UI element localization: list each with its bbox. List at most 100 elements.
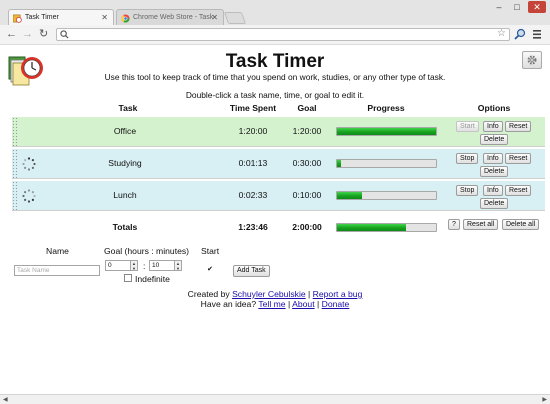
- task-progress-bar: [336, 159, 437, 168]
- task-name[interactable]: Lunch: [90, 190, 160, 200]
- minimize-icon[interactable]: –: [492, 1, 506, 13]
- reset-button[interactable]: Reset: [505, 121, 532, 132]
- task-goal[interactable]: 0:30:00: [286, 158, 328, 168]
- task-timer-favicon-icon: [13, 14, 22, 23]
- footer-separator: |: [308, 289, 311, 299]
- new-tab-button[interactable]: [223, 12, 247, 24]
- tab-close-icon[interactable]: ✕: [101, 10, 108, 26]
- extension-search-icon[interactable]: [514, 28, 526, 40]
- indefinite-label: Indefinite: [135, 274, 170, 284]
- maximize-icon[interactable]: □: [510, 1, 524, 13]
- donate-link[interactable]: Donate: [322, 299, 350, 309]
- reset-all-button[interactable]: Reset all: [463, 219, 499, 230]
- delete-all-button[interactable]: Delete all: [502, 219, 540, 230]
- progress-fill: [337, 160, 341, 167]
- start-button[interactable]: Start: [456, 121, 479, 132]
- totals-progress-bar: [336, 223, 437, 232]
- tell-me-link[interactable]: Tell me: [258, 299, 285, 309]
- table-row: Studying 0:01:13 0:30:00 Stop Info Reset…: [12, 149, 545, 179]
- drag-handle[interactable]: [12, 117, 18, 146]
- progress-fill: [337, 224, 407, 231]
- goal-separator: :: [143, 261, 146, 271]
- reload-icon[interactable]: ↻: [39, 27, 48, 41]
- task-time[interactable]: 0:01:13: [222, 158, 284, 168]
- reset-button[interactable]: Reset: [505, 153, 532, 164]
- author-link[interactable]: Schuyler Cebulskie: [232, 289, 306, 299]
- scroll-left-icon[interactable]: ◀: [3, 396, 8, 403]
- info-button[interactable]: Info: [483, 121, 503, 132]
- header-task: Task: [118, 103, 138, 113]
- drag-handle[interactable]: [12, 181, 18, 210]
- goal-minutes-input[interactable]: [149, 260, 175, 271]
- hours-stepper[interactable]: ▲ ▼: [131, 260, 138, 271]
- web-store-favicon-icon: [121, 14, 130, 23]
- page-subtitle: Use this tool to keep track of time that…: [104, 72, 446, 82]
- tab-close-icon[interactable]: ✕: [211, 10, 218, 26]
- stop-button[interactable]: Stop: [456, 185, 479, 196]
- about-link[interactable]: About: [292, 299, 314, 309]
- info-button[interactable]: Info: [483, 185, 503, 196]
- delete-button[interactable]: Delete: [480, 198, 509, 209]
- scroll-right-icon[interactable]: ▶: [542, 396, 547, 403]
- task-time[interactable]: 0:02:33: [222, 190, 284, 200]
- gear-icon: [527, 55, 537, 65]
- add-task-button[interactable]: Add Task: [233, 265, 270, 277]
- delete-button[interactable]: Delete: [480, 134, 509, 145]
- start-checkbox[interactable]: ✔: [206, 265, 214, 273]
- delete-button[interactable]: Delete: [480, 166, 509, 177]
- running-spinner-icon: [22, 157, 36, 171]
- tab-title: Task Timer: [25, 14, 59, 21]
- minutes-stepper[interactable]: ▲ ▼: [175, 260, 182, 271]
- footer-credits: Created by Schuyler Cebulskie | Report a…: [0, 289, 550, 299]
- running-spinner-icon: [22, 189, 36, 203]
- page-title: Task Timer: [225, 51, 325, 72]
- header-time-spent: Time Spent: [229, 103, 277, 113]
- tab-chrome-web-store[interactable]: Chrome Web Store - Task ✕: [116, 9, 224, 26]
- header-goal: Goal: [297, 103, 317, 113]
- window-close-icon[interactable]: ✕: [528, 1, 546, 13]
- search-icon: [60, 30, 69, 39]
- task-name[interactable]: Office: [90, 126, 160, 136]
- horizontal-scrollbar[interactable]: ◀ ▶: [0, 394, 550, 404]
- forward-arrow-icon[interactable]: →: [22, 27, 33, 41]
- task-timer-page: Task Timer Use this tool to keep track o…: [0, 44, 550, 394]
- tab-task-timer[interactable]: Task Timer ✕: [8, 9, 114, 26]
- footer-separator: |: [287, 299, 291, 309]
- menu-icon[interactable]: [532, 28, 542, 40]
- address-bar[interactable]: ☆: [56, 28, 510, 41]
- table-row: Office 1:20:00 1:20:00 Start Info Reset …: [12, 117, 545, 147]
- totals-label: Totals: [112, 222, 138, 232]
- browser-chrome: Task Timer ✕ Chrome Web Store - Task ✕ –…: [0, 0, 550, 44]
- help-button[interactable]: ?: [448, 219, 460, 230]
- task-goal[interactable]: 1:20:00: [286, 126, 328, 136]
- task-name[interactable]: Studying: [90, 158, 160, 168]
- task-time[interactable]: 1:20:00: [222, 126, 284, 136]
- task-name-input[interactable]: [14, 265, 100, 276]
- stop-button[interactable]: Stop: [456, 153, 479, 164]
- totals-goal: 2:00:00: [292, 222, 322, 232]
- header-progress: Progress: [367, 103, 405, 113]
- tab-title: Chrome Web Store - Task: [133, 14, 214, 21]
- goal-hours-input[interactable]: [105, 260, 131, 271]
- indefinite-checkbox[interactable]: [124, 274, 132, 282]
- edit-hint: Double-click a task name, time, or goal …: [185, 90, 365, 100]
- start-label: Start: [201, 246, 220, 256]
- created-by-text: Created by: [187, 289, 230, 299]
- task-progress-bar: [336, 191, 437, 200]
- report-bug-link[interactable]: Report a bug: [313, 289, 363, 299]
- header-options: Options: [477, 103, 511, 113]
- browser-toolbar: ← → ↻ ☆: [0, 25, 550, 44]
- table-row: Lunch 0:02:33 0:10:00 Stop Info Reset De…: [12, 181, 545, 211]
- reset-button[interactable]: Reset: [505, 185, 532, 196]
- back-arrow-icon[interactable]: ←: [6, 27, 17, 41]
- bookmark-star-icon[interactable]: ☆: [497, 28, 506, 39]
- drag-handle[interactable]: [12, 149, 18, 178]
- footer-separator: |: [316, 299, 320, 309]
- progress-fill: [337, 192, 362, 199]
- progress-fill: [337, 128, 436, 135]
- info-button[interactable]: Info: [483, 153, 503, 164]
- have-idea-text: Have an idea?: [200, 299, 257, 309]
- task-goal[interactable]: 0:10:00: [286, 190, 328, 200]
- settings-button[interactable]: [522, 51, 542, 69]
- address-input[interactable]: [71, 29, 491, 40]
